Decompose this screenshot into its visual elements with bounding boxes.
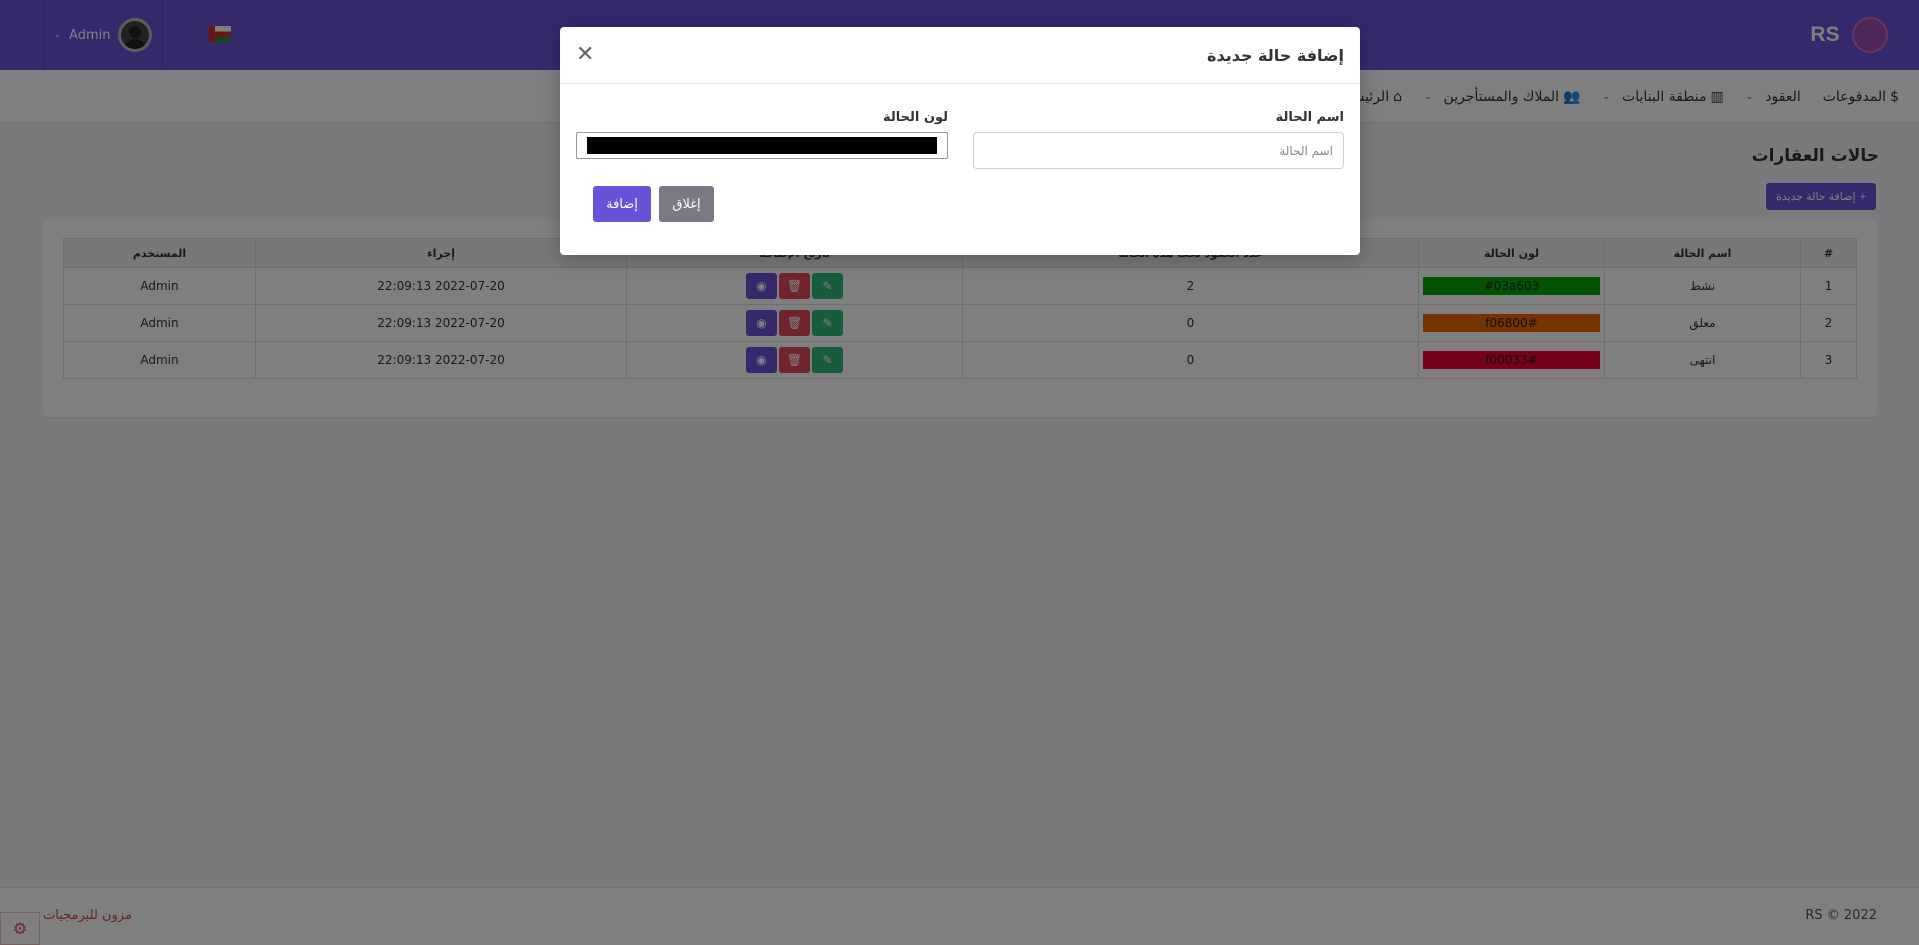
color-swatch [587,137,937,154]
submit-button[interactable]: إضافة [593,186,651,222]
status-color-picker[interactable] [576,132,948,159]
modal-title: إضافة حالة جديدة [1207,45,1344,65]
status-name-input[interactable] [973,132,1344,169]
close-icon[interactable]: ✕ [576,44,594,66]
close-button[interactable]: إغلاق [659,186,714,222]
status-name-label: اسم الحالة [1275,110,1344,125]
status-color-label: لون الحالة [882,110,948,125]
modal-header: إضافة حالة جديدة ✕ [560,27,1360,84]
add-status-modal: إضافة حالة جديدة ✕ اسم الحالة لون الحالة… [560,27,1360,255]
